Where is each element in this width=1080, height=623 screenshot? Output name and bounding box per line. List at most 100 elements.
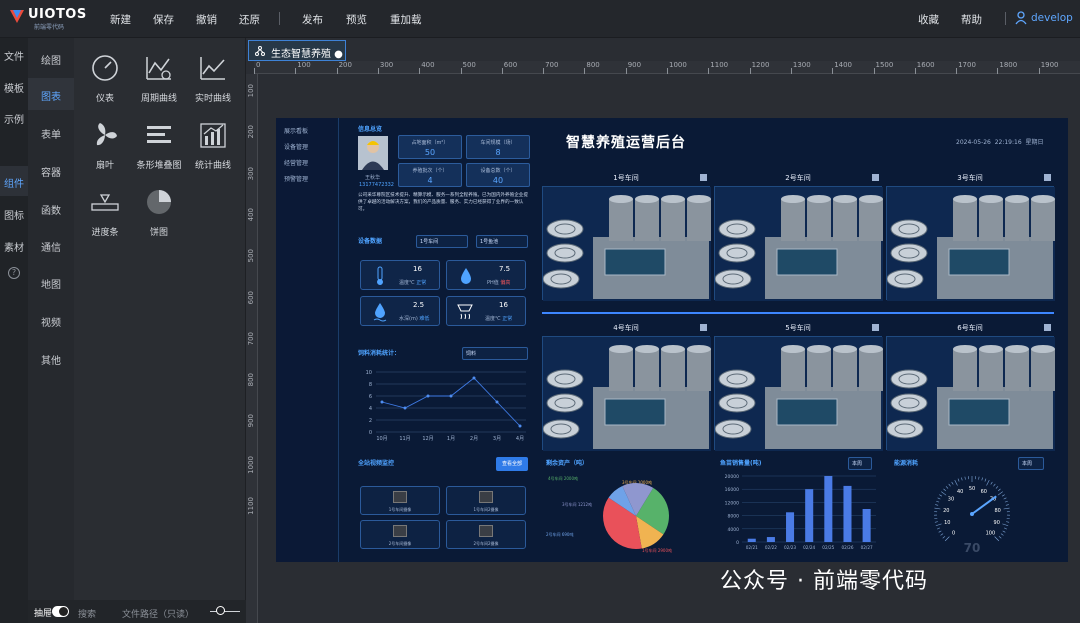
component-label: 仪表 [95,94,114,104]
workshop-select[interactable]: 1号车间 [416,235,468,248]
ruler-label: 1300 [792,61,811,69]
gauge-tick [943,488,946,492]
gauge-tick-label: 50 [969,486,975,492]
dashboard-nav-item[interactable]: 设备管理 [284,142,308,151]
dashboard-canvas[interactable]: 展示看板 设备管理 经营管理 预警管理 智慧养殖运营后台 2024-05-26 … [276,118,1068,562]
y-tick-label: 4 [369,406,372,412]
component-gauge[interactable]: 仪表 [74,53,136,104]
category-maps[interactable]: 地图 [28,276,74,291]
component-fan-blade[interactable]: 扇叶 [74,120,136,171]
drawer-toggle[interactable] [52,606,69,617]
nav-file[interactable]: 文件 [0,48,28,63]
menu-favorites[interactable]: 收藏 [918,12,939,27]
feed-select[interactable]: 饲料 [462,347,528,360]
category-video[interactable]: 视频 [28,314,74,329]
workshop-tile[interactable] [714,186,883,301]
component-periodic-curve[interactable]: 周期曲线 [128,53,190,104]
workshop-tile[interactable] [542,336,711,451]
data-point [449,394,453,398]
aerator [542,269,580,289]
workshop-menu-icon[interactable] [872,324,879,331]
assets-pie-chart: 4号车间 2000吨3号车间 1000吨1号车间 2900吨2号车间 690吨3… [546,475,672,553]
camera-tile[interactable]: 1号车间2摄像 [446,486,526,515]
silo [979,199,1003,241]
menu-help[interactable]: 帮助 [961,12,982,27]
gauge-tick [940,533,944,536]
user-icon[interactable] [1015,11,1027,25]
category-communication[interactable]: 通信 [28,239,74,254]
menu-preview[interactable]: 预览 [346,12,367,27]
gauge-tick-label: 90 [994,520,1000,526]
workshop-tile[interactable] [714,336,883,451]
dashboard-nav-item[interactable]: 预警管理 [284,174,308,183]
gauge-tick [993,483,996,487]
workshop-tile[interactable] [542,186,711,301]
nav-icons[interactable]: 图标 [0,207,28,222]
workshop-tile[interactable] [886,336,1055,451]
sensor-value: 16 [499,301,508,309]
workshop-menu-icon[interactable] [700,324,707,331]
silo [1031,199,1055,241]
component-stacked-bar[interactable]: 条形堆叠图 [128,120,190,171]
category-draw[interactable]: 绘图 [28,52,74,67]
silo [635,349,659,391]
x-tick-label: 12月 [422,436,433,442]
dashboard-nav-item[interactable]: 展示看板 [284,126,308,135]
aerator [890,243,928,263]
data-point [495,400,499,404]
camera-tile[interactable]: 2号车间2摄像 [446,520,526,549]
gauge-tick [944,536,950,542]
help-icon[interactable]: ? [8,267,20,279]
gauge-tick [1002,530,1006,533]
view-all-button[interactable]: 查看全部 [496,457,528,471]
menu-new[interactable]: 新建 [110,12,131,27]
category-charts[interactable]: 图表 [28,78,74,110]
sensor-ph: 7.5 PH值 偏高 [446,260,526,290]
nav-components[interactable]: 组件 [0,166,28,196]
category-forms[interactable]: 表单 [28,126,74,141]
nav-examples[interactable]: 示例 [0,111,28,126]
menu-undo[interactable]: 撤销 [196,12,217,27]
nav-templates[interactable]: 模板 [0,80,28,95]
gauge-tick [978,476,980,480]
component-realtime-curve[interactable]: 实时曲线 [182,53,244,104]
tab-smart-farming[interactable]: 生态智慧养殖 ● [248,40,346,61]
pond-select[interactable]: 1号鱼池 [476,235,528,248]
component-stats-curve[interactable]: 统计曲线 [182,120,244,171]
zoom-slider-handle[interactable] [216,606,225,615]
user-name[interactable]: develop [1031,12,1073,24]
dashboard-nav-item[interactable]: 经营管理 [284,158,308,167]
x-tick-label: 2月 [470,436,478,442]
ruler-label: 500 [462,61,476,69]
nav-assets[interactable]: 素材 [0,239,28,254]
menu-save[interactable]: 保存 [153,12,174,27]
sales-period-select[interactable]: 本周 [848,457,872,470]
camera-tile[interactable]: 2号车间摄像 [360,520,440,549]
category-functions[interactable]: 函数 [28,202,74,217]
workshop-menu-icon[interactable] [700,174,707,181]
category-other[interactable]: 其他 [28,352,74,367]
workshop-tile[interactable] [886,186,1055,301]
dashboard-title: 智慧养殖运营后台 [566,135,686,151]
menu-redo[interactable]: 还原 [239,12,260,27]
realtime-curve-icon [200,57,225,80]
x-tick-label: 02/26 [841,545,853,550]
camera-tile[interactable]: 1号车间摄像 [360,486,440,515]
workshop-menu-icon[interactable] [872,174,879,181]
workshop-menu-icon[interactable] [1044,324,1051,331]
vertical-ruler: 100 200 300 400 500 600 700 800 900 1000 1100 [246,74,258,623]
ruler-label: 100 [247,84,255,98]
zoom-slider-track[interactable] [210,611,240,612]
menu-reload[interactable]: 重加载 [390,12,422,27]
search-input[interactable]: 搜索 [78,607,96,620]
data-point [403,406,407,410]
workshop-menu-icon[interactable] [1044,174,1051,181]
stat-scale: 车间规模（场） 8 [466,135,530,159]
component-pie-chart[interactable]: 饼图 [128,187,190,238]
stat-area: 占地面积（m²） 50 [398,135,462,159]
menu-publish[interactable]: 发布 [302,12,323,27]
component-progress-bar[interactable]: 进度条 [74,187,136,238]
component-label: 扇叶 [95,161,114,171]
category-containers[interactable]: 容器 [28,164,74,179]
silo [859,349,883,391]
